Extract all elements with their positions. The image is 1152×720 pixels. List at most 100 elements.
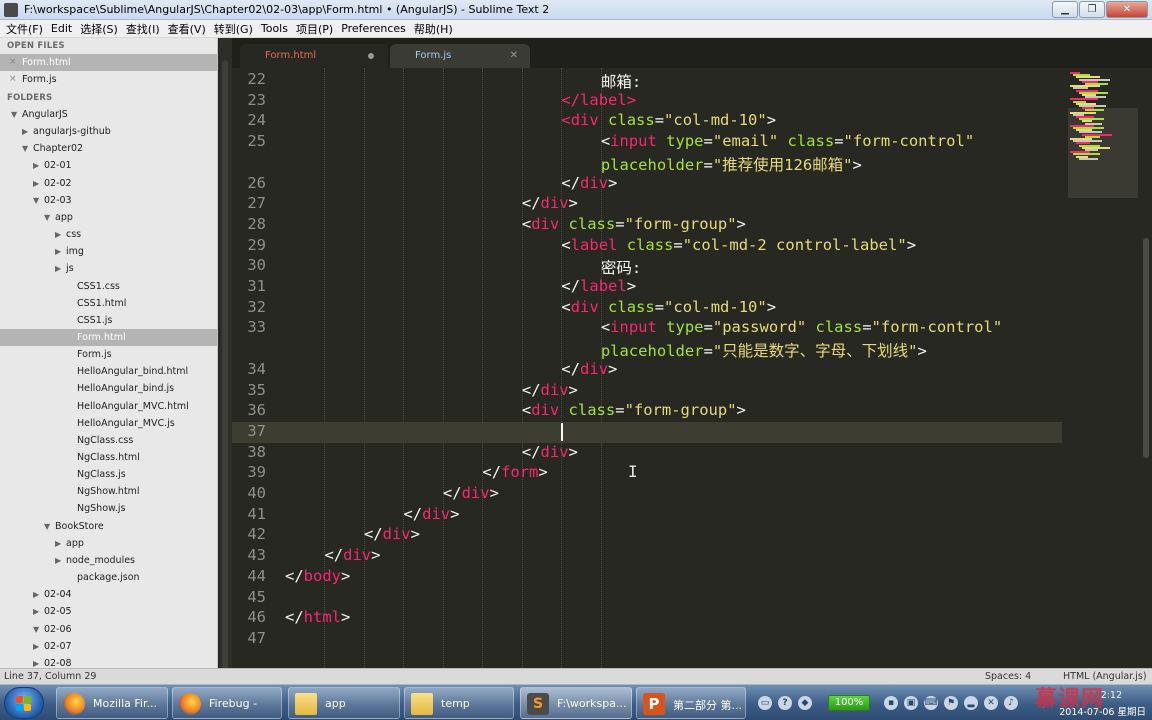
folder-collapsed-icon[interactable]: ▶: [33, 175, 39, 192]
editor-scrollbar-thumb[interactable]: [1143, 238, 1149, 458]
menu-item[interactable]: Preferences: [339, 22, 412, 35]
sidebar-scrollbar-thumb[interactable]: [222, 60, 228, 680]
tab-close-icon[interactable]: ✕: [510, 44, 518, 68]
taskbar-button[interactable]: app: [288, 687, 400, 719]
folder-item[interactable]: ▶ 02-04: [0, 586, 217, 603]
code-line[interactable]: 33 <input type="password" class="form-con…: [232, 318, 1062, 339]
code-line[interactable]: placeholder="推荐使用126邮箱">: [232, 153, 1062, 174]
keyboard-icon[interactable]: ⌨: [924, 696, 938, 710]
file-item[interactable]: CSS1.css: [0, 278, 217, 295]
taskbar-button[interactable]: S F:\workspa...: [520, 687, 632, 719]
file-item[interactable]: NgShow.js: [0, 500, 217, 517]
file-item[interactable]: CSS1.js: [0, 312, 217, 329]
folder-item[interactable]: ▶ 02-07: [0, 638, 217, 655]
help-icon[interactable]: ?: [778, 696, 792, 710]
tab-form-html[interactable]: Form.html: [240, 44, 388, 68]
code-line[interactable]: 29 <label class="col-md-2 control-label">: [232, 236, 1062, 257]
code-line[interactable]: 34 </div>: [232, 360, 1062, 381]
menu-item[interactable]: 项目(P): [294, 21, 339, 37]
volume-icon[interactable]: ♪: [1004, 696, 1018, 710]
folder-item[interactable]: ▼ AngularJS: [0, 106, 217, 123]
code-line[interactable]: 26 </div>: [232, 174, 1062, 195]
open-file-item[interactable]: × Form.js: [0, 71, 217, 88]
open-file-item[interactable]: × Form.html: [0, 54, 217, 71]
editor-scrollbar[interactable]: [1140, 68, 1152, 668]
code-line[interactable]: 31 </label>: [232, 277, 1062, 298]
code-line[interactable]: 28 <div class="form-group">: [232, 215, 1062, 236]
folder-collapsed-icon[interactable]: ▶: [22, 123, 28, 140]
file-item[interactable]: HelloAngular_MVC.html: [0, 398, 217, 415]
file-item[interactable]: CSS1.html: [0, 295, 217, 312]
close-file-icon[interactable]: ×: [9, 54, 17, 71]
taskbar-button[interactable]: P 第二部分 第...: [636, 687, 746, 719]
folder-item[interactable]: ▶ 02-05: [0, 603, 217, 620]
folder-item[interactable]: ▶ angularjs-github: [0, 123, 217, 140]
code-line[interactable]: 24 <div class="col-md-10">: [232, 111, 1062, 132]
menu-item[interactable]: 查找(I): [124, 21, 166, 37]
file-item[interactable]: NgClass.css: [0, 432, 217, 449]
folder-collapsed-icon[interactable]: ▶: [33, 586, 39, 603]
code-line[interactable]: 47: [232, 629, 1062, 650]
indentation-setting[interactable]: Spaces: 4: [985, 671, 1031, 682]
sidebar-scrollbar[interactable]: [219, 38, 232, 680]
network-icon[interactable]: ▭: [758, 696, 772, 710]
power-icon[interactable]: ▪: [884, 696, 898, 710]
file-item[interactable]: NgShow.html: [0, 483, 217, 500]
folder-item[interactable]: ▼ BookStore: [0, 518, 217, 535]
folder-item[interactable]: ▼ 02-03: [0, 192, 217, 209]
code-line[interactable]: 40 </div>: [232, 484, 1062, 505]
code-line[interactable]: 30 密码:: [232, 256, 1062, 277]
folder-expanded-icon[interactable]: ▼: [44, 518, 50, 535]
battery-indicator[interactable]: 100%: [828, 695, 870, 711]
mute-icon[interactable]: ✕: [984, 696, 998, 710]
taskbar-button[interactable]: temp: [404, 687, 514, 719]
code-line[interactable]: 35 </div>: [232, 381, 1062, 402]
folder-collapsed-icon[interactable]: ▶: [55, 535, 61, 552]
file-item[interactable]: Form.html: [0, 328, 217, 346]
folder-expanded-icon[interactable]: ▼: [11, 106, 17, 123]
code-line[interactable]: 25 <input type="email" class="form-contro…: [232, 132, 1062, 153]
maximize-button[interactable]: ❐: [1079, 1, 1105, 18]
code-line[interactable]: 32 <div class="col-md-10">: [232, 298, 1062, 319]
folder-item[interactable]: ▼ Chapter02: [0, 140, 217, 157]
code-line[interactable]: 46 </html>: [232, 608, 1062, 629]
folder-expanded-icon[interactable]: ▼: [44, 209, 50, 226]
start-button[interactable]: [4, 687, 44, 719]
code-line[interactable]: 42 </div>: [232, 525, 1062, 546]
file-item[interactable]: Form.js: [0, 346, 217, 363]
tab-form-js[interactable]: Form.js ✕: [390, 44, 530, 68]
flag-icon[interactable]: ⚑: [944, 696, 958, 710]
menu-item[interactable]: 文件(F): [4, 21, 49, 37]
security-icon[interactable]: ◆: [798, 696, 812, 710]
folder-collapsed-icon[interactable]: ▶: [33, 157, 39, 174]
folder-collapsed-icon[interactable]: ▶: [33, 638, 39, 655]
menu-item[interactable]: 选择(S): [78, 21, 124, 37]
menu-item[interactable]: 帮助(H): [412, 21, 459, 37]
menu-item[interactable]: Edit: [49, 22, 78, 35]
folder-item[interactable]: ▶ js: [0, 260, 217, 277]
folder-item[interactable]: ▶ 02-08: [0, 655, 217, 668]
code-line[interactable]: 37: [232, 421, 1062, 443]
folder-item[interactable]: ▶ app: [0, 535, 217, 552]
folder-collapsed-icon[interactable]: ▶: [33, 603, 39, 620]
menu-item[interactable]: 查看(V): [166, 21, 212, 37]
code-line[interactable]: placeholder="只能是数字、字母、下划线">: [232, 339, 1062, 360]
code-line[interactable]: 22 邮箱:: [232, 70, 1062, 91]
folder-collapsed-icon[interactable]: ▶: [33, 655, 39, 668]
code-editor[interactable]: 22 邮箱: 23 </label> 24 <div class="col-md-10">…: [232, 68, 1062, 668]
file-item[interactable]: HelloAngular_bind.js: [0, 380, 217, 397]
close-file-icon[interactable]: ×: [9, 71, 17, 88]
code-line[interactable]: 43 </div>: [232, 546, 1062, 567]
folder-expanded-icon[interactable]: ▼: [33, 192, 39, 209]
file-item[interactable]: NgClass.html: [0, 449, 217, 466]
folder-item[interactable]: ▶ 02-01: [0, 157, 217, 174]
folder-collapsed-icon[interactable]: ▶: [55, 552, 61, 569]
unsaved-dot-icon[interactable]: [368, 53, 374, 59]
code-line[interactable]: 39 </form>: [232, 463, 1062, 484]
folder-item[interactable]: ▶ css: [0, 226, 217, 243]
folder-collapsed-icon[interactable]: ▶: [55, 243, 61, 260]
taskbar-button[interactable]: Firebug -: [172, 687, 282, 719]
folder-item[interactable]: ▶ node_modules: [0, 552, 217, 569]
menu-item[interactable]: 转到(G): [212, 21, 259, 37]
code-line[interactable]: 45: [232, 588, 1062, 609]
